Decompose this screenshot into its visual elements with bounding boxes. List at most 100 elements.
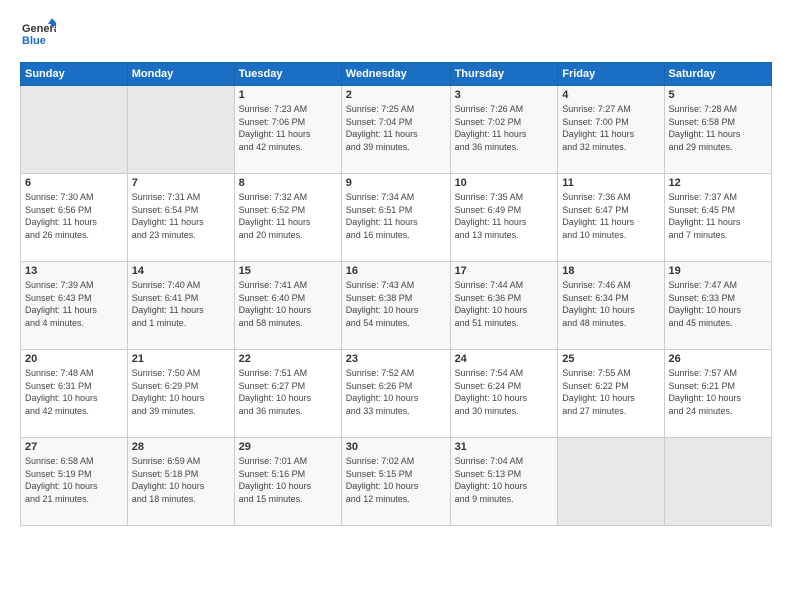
day-number: 14 xyxy=(132,265,230,277)
weekday-header: Wednesday xyxy=(341,63,450,86)
calendar-week-row: 1 Sunrise: 7:23 AM Sunset: 7:06 PM Daylig… xyxy=(21,86,772,174)
day-detail: Sunrise: 7:41 AM Sunset: 6:40 PM Dayligh… xyxy=(239,279,337,329)
calendar-cell: 7Sunrise: 7:31 AM Sunset: 6:54 PM Daylig… xyxy=(127,174,234,262)
calendar-cell: 12Sunrise: 7:37 AM Sunset: 6:45 PM Dayli… xyxy=(664,174,771,262)
day-detail: Sunrise: 7:57 AM Sunset: 6:21 PM Dayligh… xyxy=(669,367,767,417)
calendar-cell: 31Sunrise: 7:04 AM Sunset: 5:13 PM Dayli… xyxy=(450,438,558,526)
calendar-cell: 2Sunrise: 7:25 AM Sunset: 7:04 PM Daylig… xyxy=(341,86,450,174)
calendar-cell: 20 Sunrise: 7:48 AM Sunset: 6:31 PM Dayli… xyxy=(21,350,128,438)
calendar-cell: 23 Sunrise: 7:52 AM Sunset: 6:26 PM Dayli… xyxy=(341,350,450,438)
day-number: 26 xyxy=(669,353,767,365)
calendar-cell: 24 Sunrise: 7:54 AM Sunset: 6:24 PM Dayli… xyxy=(450,350,558,438)
calendar-cell: 18 Sunrise: 7:46 AM Sunset: 6:34 PM Dayli… xyxy=(558,262,664,350)
day-detail: Sunrise: 7:26 AM Sunset: 7:02 PM Dayligh… xyxy=(455,103,554,153)
calendar-cell: 8 Sunrise: 7:32 AM Sunset: 6:52 PM Daylig… xyxy=(234,174,341,262)
day-detail: Sunrise: 7:55 AM Sunset: 6:22 PM Dayligh… xyxy=(562,367,659,417)
day-detail: Sunrise: 7:48 AM Sunset: 6:31 PM Dayligh… xyxy=(25,367,123,417)
calendar-cell xyxy=(558,438,664,526)
day-detail: Sunrise: 7:39 AM Sunset: 6:43 PM Dayligh… xyxy=(25,279,123,329)
day-detail: Sunrise: 7:30 AM Sunset: 6:56 PM Dayligh… xyxy=(25,191,123,241)
day-detail: Sunrise: 7:23 AM Sunset: 7:06 PM Dayligh… xyxy=(239,103,337,153)
calendar-cell: 5 Sunrise: 7:28 AM Sunset: 6:58 PM Daylig… xyxy=(664,86,771,174)
calendar-cell: 22 Sunrise: 7:51 AM Sunset: 6:27 PM Dayli… xyxy=(234,350,341,438)
day-detail: Sunrise: 7:01 AM Sunset: 5:16 PM Dayligh… xyxy=(239,455,337,505)
page: General Blue SundayMondayTuesdayWednesda… xyxy=(0,0,792,612)
weekday-header: Monday xyxy=(127,63,234,86)
calendar-cell: 3 Sunrise: 7:26 AM Sunset: 7:02 PM Daylig… xyxy=(450,86,558,174)
calendar-cell: 19 Sunrise: 7:47 AM Sunset: 6:33 PM Dayli… xyxy=(664,262,771,350)
calendar-cell: 15 Sunrise: 7:41 AM Sunset: 6:40 PM Dayli… xyxy=(234,262,341,350)
day-number: 6 xyxy=(25,177,123,189)
calendar-week-row: 6 Sunrise: 7:30 AM Sunset: 6:56 PM Daylig… xyxy=(21,174,772,262)
day-number: 8 xyxy=(239,177,337,189)
day-number: 10 xyxy=(455,177,554,189)
day-number: 11 xyxy=(562,177,659,189)
calendar-cell: 30 Sunrise: 7:02 AM Sunset: 5:15 PM Dayli… xyxy=(341,438,450,526)
day-number: 21 xyxy=(132,353,230,365)
calendar-cell: 1 Sunrise: 7:23 AM Sunset: 7:06 PM Daylig… xyxy=(234,86,341,174)
calendar-cell: 27 Sunrise: 6:58 AM Sunset: 5:19 PM Dayli… xyxy=(21,438,128,526)
svg-text:Blue: Blue xyxy=(22,35,46,47)
calendar-cell: 17 Sunrise: 7:44 AM Sunset: 6:36 PM Dayli… xyxy=(450,262,558,350)
calendar-week-row: 20 Sunrise: 7:48 AM Sunset: 6:31 PM Dayli… xyxy=(21,350,772,438)
calendar: SundayMondayTuesdayWednesdayThursdayFrid… xyxy=(20,62,772,526)
day-number: 15 xyxy=(239,265,337,277)
day-detail: Sunrise: 7:51 AM Sunset: 6:27 PM Dayligh… xyxy=(239,367,337,417)
calendar-cell: 21 Sunrise: 7:50 AM Sunset: 6:29 PM Dayli… xyxy=(127,350,234,438)
day-number: 3 xyxy=(455,89,554,101)
calendar-cell xyxy=(127,86,234,174)
day-detail: Sunrise: 7:54 AM Sunset: 6:24 PM Dayligh… xyxy=(455,367,554,417)
calendar-cell: 16Sunrise: 7:43 AM Sunset: 6:38 PM Dayli… xyxy=(341,262,450,350)
calendar-cell: 28 Sunrise: 6:59 AM Sunset: 5:18 PM Dayli… xyxy=(127,438,234,526)
day-detail: Sunrise: 7:47 AM Sunset: 6:33 PM Dayligh… xyxy=(669,279,767,329)
day-number: 30 xyxy=(346,441,446,453)
calendar-week-row: 13Sunrise: 7:39 AM Sunset: 6:43 PM Dayli… xyxy=(21,262,772,350)
day-detail: Sunrise: 7:43 AM Sunset: 6:38 PM Dayligh… xyxy=(346,279,446,329)
day-number: 25 xyxy=(562,353,659,365)
day-detail: Sunrise: 7:36 AM Sunset: 6:47 PM Dayligh… xyxy=(562,191,659,241)
calendar-cell xyxy=(21,86,128,174)
day-detail: Sunrise: 7:25 AM Sunset: 7:04 PM Dayligh… xyxy=(346,103,446,153)
day-detail: Sunrise: 7:40 AM Sunset: 6:41 PM Dayligh… xyxy=(132,279,230,329)
day-number: 29 xyxy=(239,441,337,453)
day-detail: Sunrise: 7:27 AM Sunset: 7:00 PM Dayligh… xyxy=(562,103,659,153)
logo: General Blue xyxy=(20,16,60,52)
day-number: 4 xyxy=(562,89,659,101)
header: General Blue xyxy=(20,16,772,52)
weekday-header: Sunday xyxy=(21,63,128,86)
calendar-cell xyxy=(664,438,771,526)
day-number: 27 xyxy=(25,441,123,453)
calendar-cell: 14 Sunrise: 7:40 AM Sunset: 6:41 PM Dayli… xyxy=(127,262,234,350)
day-number: 18 xyxy=(562,265,659,277)
day-number: 28 xyxy=(132,441,230,453)
calendar-week-row: 27 Sunrise: 6:58 AM Sunset: 5:19 PM Dayli… xyxy=(21,438,772,526)
day-detail: Sunrise: 7:52 AM Sunset: 6:26 PM Dayligh… xyxy=(346,367,446,417)
day-number: 20 xyxy=(25,353,123,365)
day-number: 23 xyxy=(346,353,446,365)
day-detail: Sunrise: 6:58 AM Sunset: 5:19 PM Dayligh… xyxy=(25,455,123,505)
day-detail: Sunrise: 7:28 AM Sunset: 6:58 PM Dayligh… xyxy=(669,103,767,153)
day-number: 7 xyxy=(132,177,230,189)
day-number: 24 xyxy=(455,353,554,365)
day-detail: Sunrise: 7:44 AM Sunset: 6:36 PM Dayligh… xyxy=(455,279,554,329)
calendar-cell: 4 Sunrise: 7:27 AM Sunset: 7:00 PM Daylig… xyxy=(558,86,664,174)
calendar-cell: 9 Sunrise: 7:34 AM Sunset: 6:51 PM Daylig… xyxy=(341,174,450,262)
day-detail: Sunrise: 7:02 AM Sunset: 5:15 PM Dayligh… xyxy=(346,455,446,505)
day-detail: Sunrise: 7:37 AM Sunset: 6:45 PM Dayligh… xyxy=(669,191,767,241)
calendar-cell: 13Sunrise: 7:39 AM Sunset: 6:43 PM Dayli… xyxy=(21,262,128,350)
day-number: 22 xyxy=(239,353,337,365)
weekday-header: Thursday xyxy=(450,63,558,86)
day-detail: Sunrise: 7:50 AM Sunset: 6:29 PM Dayligh… xyxy=(132,367,230,417)
weekday-header: Tuesday xyxy=(234,63,341,86)
day-number: 9 xyxy=(346,177,446,189)
day-number: 5 xyxy=(669,89,767,101)
day-number: 1 xyxy=(239,89,337,101)
day-detail: Sunrise: 7:46 AM Sunset: 6:34 PM Dayligh… xyxy=(562,279,659,329)
day-detail: Sunrise: 6:59 AM Sunset: 5:18 PM Dayligh… xyxy=(132,455,230,505)
day-detail: Sunrise: 7:32 AM Sunset: 6:52 PM Dayligh… xyxy=(239,191,337,241)
calendar-cell: 11 Sunrise: 7:36 AM Sunset: 6:47 PM Dayli… xyxy=(558,174,664,262)
day-number: 19 xyxy=(669,265,767,277)
day-detail: Sunrise: 7:34 AM Sunset: 6:51 PM Dayligh… xyxy=(346,191,446,241)
day-detail: Sunrise: 7:35 AM Sunset: 6:49 PM Dayligh… xyxy=(455,191,554,241)
day-number: 17 xyxy=(455,265,554,277)
